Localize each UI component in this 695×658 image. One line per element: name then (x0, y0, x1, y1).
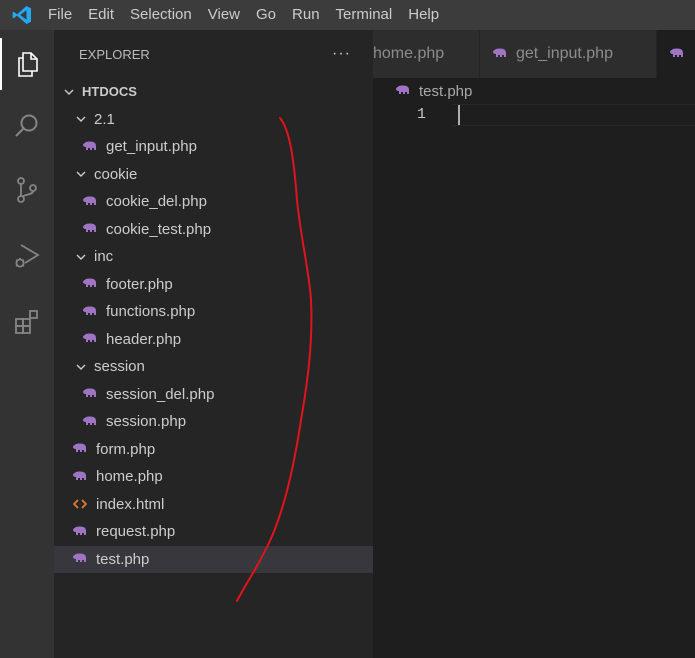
file-functions-php[interactable]: functions.php (54, 298, 373, 326)
editor-tab-3[interactable] (657, 30, 695, 78)
editor-tab-1[interactable]: home.php (373, 30, 480, 78)
tree-item-label: test.php (96, 550, 150, 568)
php-file-icon (72, 442, 88, 456)
tree-item-label: session.php (106, 413, 187, 431)
chevron-down-icon (74, 167, 88, 181)
menu-item-help[interactable]: Help (400, 0, 447, 30)
file-index-html[interactable]: index.html (54, 491, 373, 519)
tree-item-label: session (94, 358, 145, 376)
root-folder-htdocs[interactable]: HTDOCS (54, 78, 373, 106)
php-file-icon (72, 552, 88, 566)
chevron-down-icon (62, 85, 76, 99)
php-file-icon (492, 47, 508, 61)
file-session-del-php[interactable]: session_del.php (54, 381, 373, 409)
tree-item-label: home.php (96, 468, 163, 486)
file-session-php[interactable]: session.php (54, 408, 373, 436)
chevron-down-icon (74, 360, 88, 374)
file-cookie-del-php[interactable]: cookie_del.php (54, 188, 373, 216)
folder-session[interactable]: session (54, 353, 373, 381)
php-file-icon (72, 525, 88, 539)
file-header-php[interactable]: header.php (54, 326, 373, 354)
activity-bar (0, 30, 54, 658)
menu-item-run[interactable]: Run (284, 0, 328, 30)
tab-label: home.php (373, 45, 445, 62)
php-file-icon (82, 222, 98, 236)
source-control-icon[interactable] (0, 164, 54, 216)
vscode-logo-icon (8, 0, 36, 30)
editor-tabs: home.php get_input.php (373, 30, 695, 78)
tree-item-label: footer.php (106, 275, 173, 293)
tree-item-label: session_del.php (106, 385, 215, 403)
folder-cookie[interactable]: cookie (54, 161, 373, 189)
menu-item-file[interactable]: File (40, 0, 80, 30)
php-file-icon (82, 332, 98, 346)
php-file-icon (395, 84, 411, 98)
tree-item-label: header.php (106, 330, 182, 348)
file-footer-php[interactable]: footer.php (54, 271, 373, 299)
search-icon[interactable] (0, 100, 54, 152)
explorer-icon[interactable] (0, 38, 54, 90)
file-cookie-test-php[interactable]: cookie_test.php (54, 216, 373, 244)
php-file-icon (72, 470, 88, 484)
tree-item-label: cookie (94, 165, 138, 183)
editor-area: home.php get_input.php test.php 1 (373, 30, 695, 658)
tree-item-label: index.html (96, 495, 165, 513)
breadcrumb[interactable]: test.php (395, 80, 472, 102)
file-form-php[interactable]: form.php (54, 436, 373, 464)
file-home-php[interactable]: home.php (54, 463, 373, 491)
tab-label: get_input.php (516, 45, 613, 62)
menu-item-view[interactable]: View (200, 0, 248, 30)
extensions-icon[interactable] (0, 296, 54, 348)
menu-item-terminal[interactable]: Terminal (328, 0, 401, 30)
tree-item-label: cookie_del.php (106, 193, 207, 211)
tree-item-label: form.php (96, 440, 156, 458)
chevron-down-icon (74, 112, 88, 126)
php-file-icon (669, 47, 685, 61)
html-file-icon (72, 497, 88, 511)
menu-item-edit[interactable]: Edit (80, 0, 122, 30)
tree-item-label: functions.php (106, 303, 196, 321)
tree-item-label: cookie_test.php (106, 220, 212, 238)
php-file-icon (82, 415, 98, 429)
line-number: 1 (417, 106, 427, 123)
explorer-title: EXPLORER (79, 46, 150, 62)
folder-2-1[interactable]: 2.1 (54, 106, 373, 134)
file-request-php[interactable]: request.php (54, 518, 373, 546)
php-file-icon (82, 195, 98, 209)
php-file-icon (82, 140, 98, 154)
breadcrumb-file: test.php (419, 82, 473, 100)
menu-item-go[interactable]: Go (248, 0, 284, 30)
tree-item-label: get_input.php (106, 138, 197, 156)
file-test-php[interactable]: test.php (54, 545, 373, 573)
php-file-icon (82, 277, 98, 291)
tree-item-label: 2.1 (94, 110, 115, 128)
menu-bar: File Edit Selection View Go Run Terminal Help (0, 0, 695, 30)
run-debug-icon[interactable] (0, 230, 54, 282)
folder-inc[interactable]: inc (54, 243, 373, 271)
menu-item-selection[interactable]: Selection (122, 0, 200, 30)
file-tree: HTDOCS 2.1 get_input.phpcookie cookie_del.… (54, 78, 373, 573)
explorer-sidebar: EXPLORER ··· HTDOCS 2.1 get_input.phpcook… (54, 30, 373, 658)
more-actions-icon[interactable]: ··· (332, 45, 351, 63)
tree-item-label: inc (94, 248, 114, 266)
chevron-down-icon (74, 250, 88, 264)
file-get-input-php[interactable]: get_input.php (54, 133, 373, 161)
explorer-header: EXPLORER ··· (54, 30, 373, 78)
root-folder-label: HTDOCS (82, 84, 137, 100)
editor-tab-2[interactable]: get_input.php (480, 30, 657, 78)
php-file-icon (82, 305, 98, 319)
tree-item-label: request.php (96, 523, 176, 541)
php-file-icon (82, 387, 98, 401)
text-cursor (458, 105, 460, 125)
current-line-highlight (453, 104, 695, 126)
